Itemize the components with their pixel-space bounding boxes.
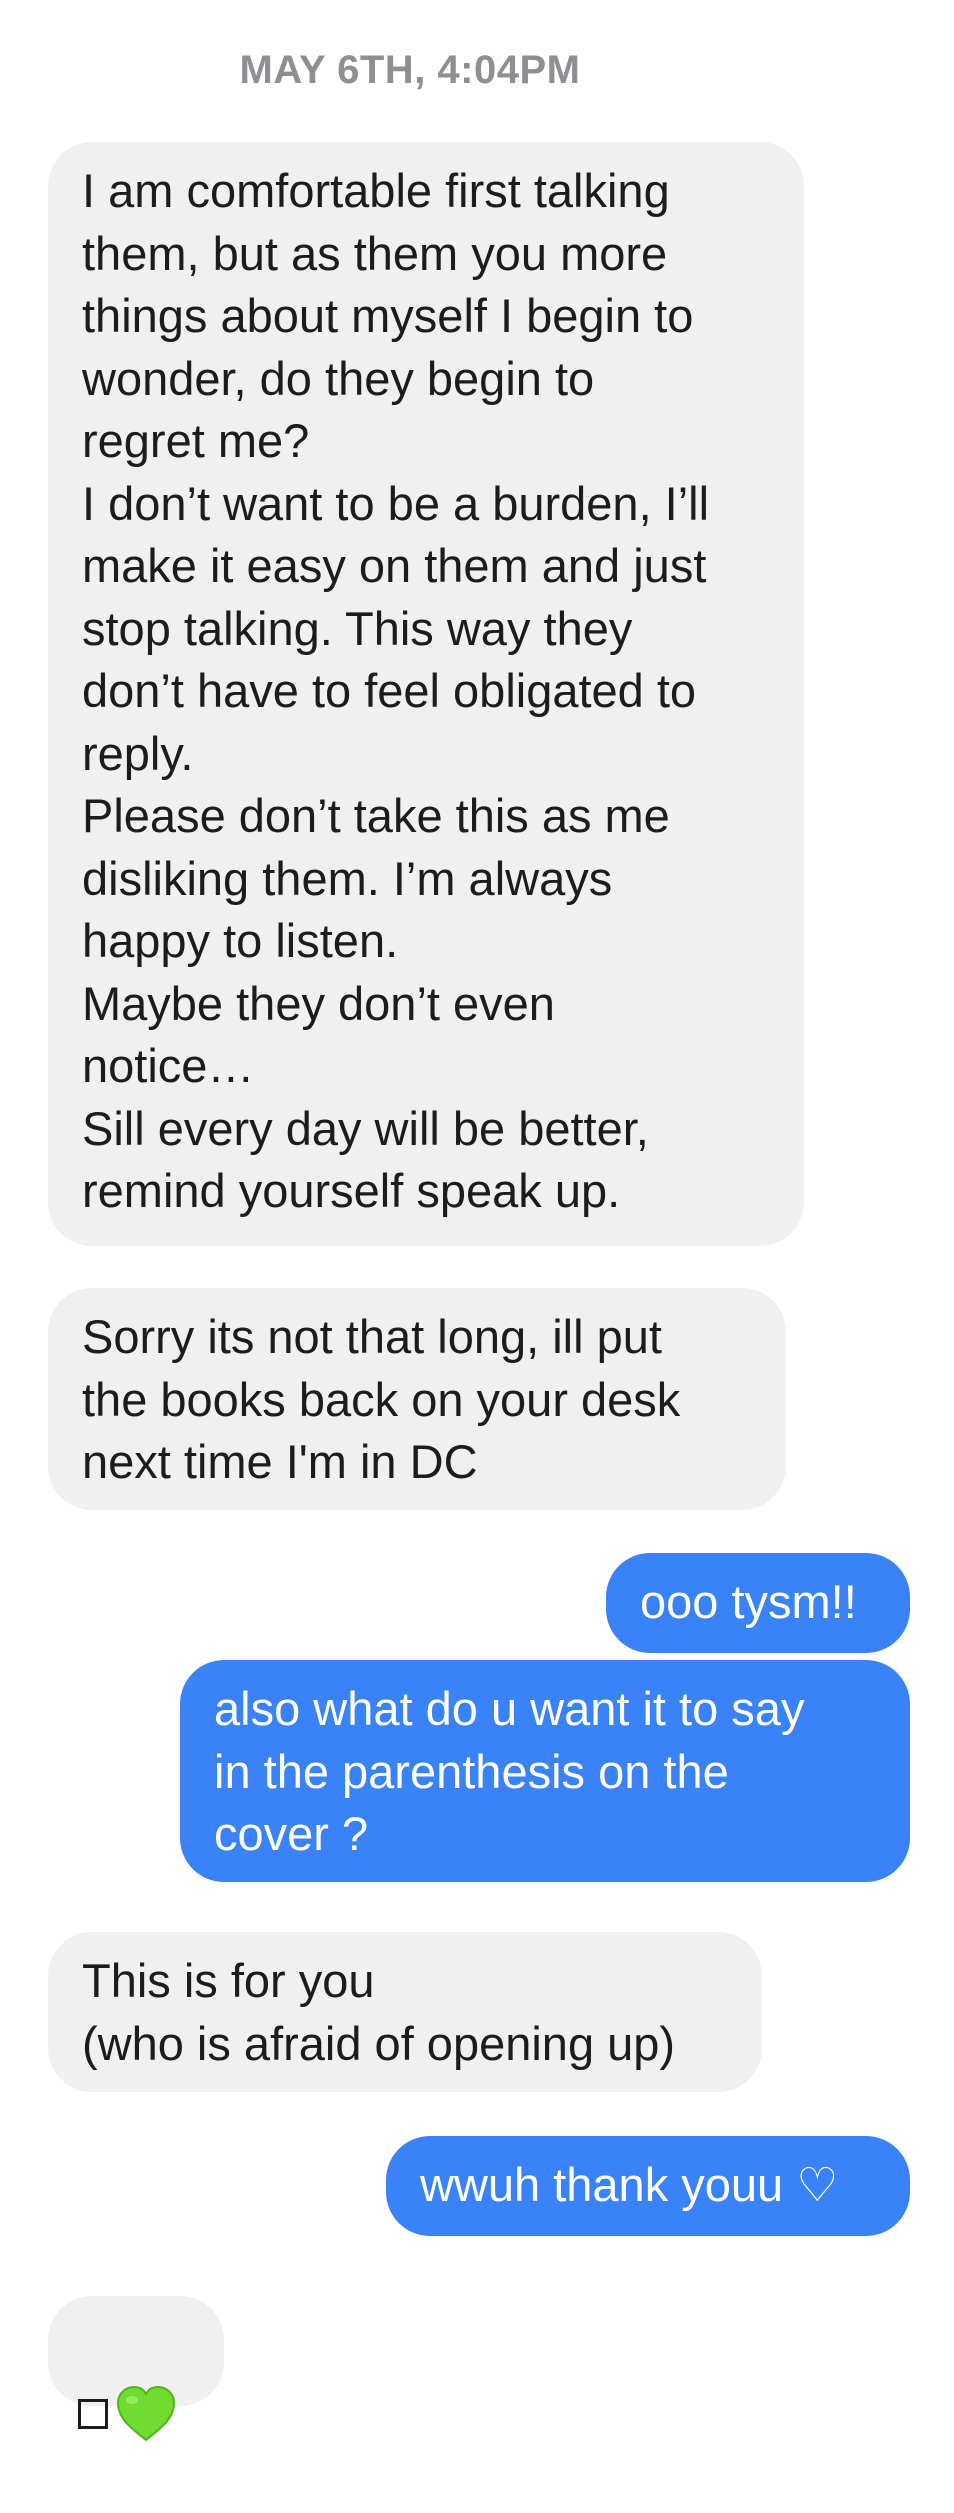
incoming-message-bubble[interactable]: This is for you (who is afraid of openin… xyxy=(48,1932,762,2092)
thread-timestamp: MAY 6TH, 4:04PM xyxy=(239,48,581,92)
outgoing-message-bubble[interactable]: wwuh thank youu ♡ xyxy=(386,2136,910,2236)
incoming-message-bubble[interactable]: Sorry its not that long, ill put the boo… xyxy=(48,1288,786,1510)
missing-glyph-square-icon xyxy=(78,2398,108,2429)
green-heart-icon xyxy=(116,2385,176,2441)
incoming-emoji-message-bubble[interactable] xyxy=(48,2296,224,2441)
outgoing-message-bubble[interactable]: ooo tysm!! xyxy=(606,1553,910,1653)
emoji-row xyxy=(78,2377,194,2451)
outgoing-message-bubble[interactable]: also what do u want it to say in the par… xyxy=(180,1660,910,1882)
incoming-message-bubble[interactable]: I am comfortable first talking them, but… xyxy=(48,142,804,1246)
message-thread: MAY 6TH, 4:04PM I am comfortable first t… xyxy=(0,0,954,2450)
